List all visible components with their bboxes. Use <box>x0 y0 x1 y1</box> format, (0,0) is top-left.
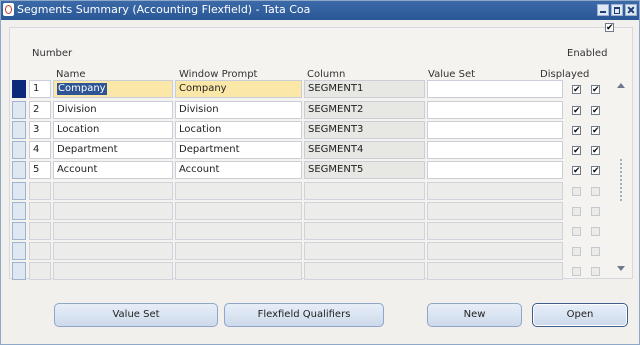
window-prompt-field[interactable] <box>175 262 302 280</box>
enabled-checkbox[interactable]: ✔ <box>591 126 600 136</box>
value-set-field[interactable] <box>427 121 563 139</box>
number-field[interactable] <box>29 262 51 280</box>
name-field[interactable] <box>53 182 173 200</box>
maximize-icon[interactable] <box>611 4 623 16</box>
row-selector[interactable] <box>12 121 26 139</box>
window-title: Segments Summary (Accounting Flexfield) … <box>17 3 311 16</box>
row-selector[interactable] <box>12 161 26 179</box>
enabled-checkbox[interactable] <box>591 227 600 236</box>
column-field[interactable] <box>304 262 425 280</box>
number-field[interactable]: 3 <box>29 121 51 139</box>
column-field[interactable]: SEGMENT2 <box>304 101 425 119</box>
row-selector[interactable] <box>12 262 26 280</box>
column-field[interactable]: SEGMENT3 <box>304 121 425 139</box>
flexfield-qualifiers-button[interactable]: Flexfield Qualifiers <box>224 303 384 327</box>
header-number: Number <box>32 48 73 59</box>
value-set-field[interactable] <box>427 202 563 220</box>
number-field[interactable]: 1 <box>29 80 51 98</box>
row-selector[interactable] <box>12 242 26 260</box>
displayed-checkbox[interactable]: ✔ <box>572 126 581 136</box>
value-set-field[interactable] <box>427 182 563 200</box>
value-set-field[interactable] <box>427 161 563 179</box>
window-prompt-field[interactable] <box>175 242 302 260</box>
enabled-checkbox[interactable] <box>591 247 600 256</box>
enabled-checkbox[interactable] <box>591 267 600 276</box>
minimize-icon[interactable] <box>597 4 609 16</box>
window-prompt-field[interactable] <box>175 222 302 240</box>
header-enabled: Enabled <box>567 48 608 59</box>
value-set-field[interactable] <box>427 101 563 119</box>
enabled-checkbox[interactable] <box>591 207 600 216</box>
name-field[interactable]: Department <box>53 141 173 159</box>
number-field[interactable]: 5 <box>29 161 51 179</box>
enabled-checkbox[interactable]: ✔ <box>591 146 600 156</box>
top-checkbox[interactable]: ✔ <box>605 23 614 33</box>
name-field[interactable]: Location <box>53 121 173 139</box>
displayed-checkbox[interactable]: ✔ <box>572 146 581 156</box>
vertical-scrollbar[interactable] <box>614 80 628 274</box>
name-field[interactable]: Division <box>53 101 173 119</box>
window-prompt-field[interactable]: Department <box>175 141 302 159</box>
column-field[interactable]: SEGMENT5 <box>304 161 425 179</box>
number-field[interactable] <box>29 202 51 220</box>
column-field[interactable] <box>304 202 425 220</box>
enabled-checkbox[interactable]: ✔ <box>591 166 600 176</box>
name-field[interactable]: Account <box>53 161 173 179</box>
displayed-checkbox[interactable] <box>572 207 581 216</box>
scroll-thumb[interactable] <box>619 158 623 202</box>
name-field[interactable] <box>53 202 173 220</box>
value-set-field[interactable] <box>427 262 563 280</box>
row-selector[interactable] <box>12 182 26 200</box>
number-field[interactable]: 4 <box>29 141 51 159</box>
displayed-checkbox[interactable] <box>572 227 581 236</box>
title-bar[interactable]: Segments Summary (Accounting Flexfield) … <box>1 1 639 20</box>
oracle-app-icon <box>3 3 14 16</box>
value-set-field[interactable] <box>427 242 563 260</box>
window-prompt-field[interactable]: Location <box>175 121 302 139</box>
row-selector[interactable] <box>12 141 26 159</box>
value-set-field[interactable] <box>427 141 563 159</box>
number-field[interactable] <box>29 182 51 200</box>
column-field[interactable] <box>304 222 425 240</box>
displayed-checkbox[interactable] <box>572 247 581 256</box>
new-button[interactable]: New <box>427 303 522 327</box>
displayed-checkbox[interactable] <box>572 267 581 276</box>
scroll-up-arrow-icon[interactable] <box>617 83 625 88</box>
column-field[interactable]: SEGMENT4 <box>304 141 425 159</box>
window-prompt-field[interactable]: Company <box>175 80 302 98</box>
row-selector[interactable] <box>12 222 26 240</box>
number-field[interactable]: 2 <box>29 101 51 119</box>
scroll-down-arrow-icon[interactable] <box>617 266 625 271</box>
enabled-checkbox[interactable]: ✔ <box>591 85 600 95</box>
enabled-checkbox[interactable]: ✔ <box>591 106 600 116</box>
value-set-field[interactable] <box>427 222 563 240</box>
displayed-checkbox[interactable] <box>572 187 581 196</box>
segments-summary-window: Segments Summary (Accounting Flexfield) … <box>0 0 640 345</box>
number-field[interactable] <box>29 222 51 240</box>
name-field[interactable]: Company <box>53 80 173 98</box>
column-field[interactable] <box>304 242 425 260</box>
open-button[interactable]: Open <box>532 303 628 327</box>
column-field[interactable]: SEGMENT1 <box>304 80 425 98</box>
value-set-button[interactable]: Value Set <box>54 303 218 327</box>
name-field[interactable] <box>53 222 173 240</box>
current-row-indicator[interactable] <box>12 80 26 98</box>
row-selector[interactable] <box>12 202 26 220</box>
value-set-field[interactable] <box>427 80 563 98</box>
window-prompt-field[interactable] <box>175 182 302 200</box>
name-field[interactable] <box>53 242 173 260</box>
number-field[interactable] <box>29 242 51 260</box>
displayed-checkbox[interactable]: ✔ <box>572 85 581 95</box>
close-icon[interactable] <box>625 4 637 16</box>
name-field[interactable] <box>53 262 173 280</box>
displayed-checkbox[interactable]: ✔ <box>572 106 581 116</box>
window-prompt-field[interactable] <box>175 202 302 220</box>
displayed-checkbox[interactable]: ✔ <box>572 166 581 176</box>
name-selected-text: Company <box>57 83 107 95</box>
row-selector[interactable] <box>12 101 26 119</box>
window-prompt-field[interactable]: Account <box>175 161 302 179</box>
window-prompt-field[interactable]: Division <box>175 101 302 119</box>
column-field[interactable] <box>304 182 425 200</box>
enabled-checkbox[interactable] <box>591 187 600 196</box>
